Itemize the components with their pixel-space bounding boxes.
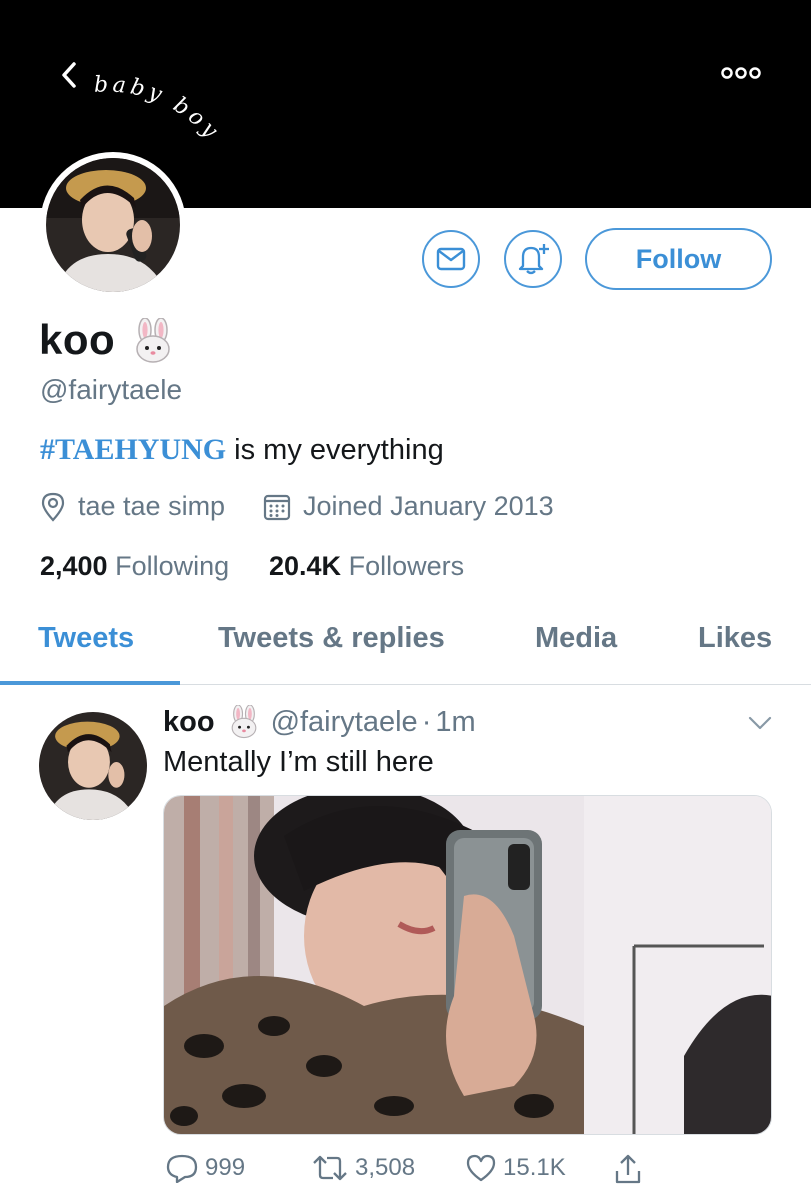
notifications-button[interactable] [504,230,562,288]
joined-text: Joined January 2013 [303,491,554,521]
followers-stat[interactable]: 20.4K Followers [269,551,464,582]
banner-text: baby boy [94,72,221,145]
display-name: koo [39,316,116,363]
rabbit-face-icon [130,317,176,364]
share-icon [615,1154,641,1184]
followers-count: 20.4K [269,551,342,581]
following-count: 2,400 [40,551,108,581]
like-button[interactable]: 15.1K [465,1153,566,1183]
following-label: Following [115,551,230,581]
calendar-icon [263,494,291,520]
tab-tweets-and-replies[interactable]: Tweets & replies [218,622,445,655]
profile-handle: @fairytaele [40,374,183,405]
bell-plus-icon [518,244,549,275]
profile-bio: #TAEHYUNG is my everything [40,433,444,467]
tweet-author-name[interactable]: koo [163,706,215,739]
message-button[interactable] [422,230,480,288]
tweet-author-handle[interactable]: @fairytaele [271,706,418,739]
tweet-avatar[interactable] [39,712,147,820]
followers-label: Followers [348,551,465,581]
more-button[interactable] [718,62,764,84]
profile-joined: Joined January 2013 [263,491,554,522]
tweet-options-button[interactable] [746,713,774,733]
reply-count: 999 [205,1154,246,1181]
tab-media[interactable]: Media [535,622,617,655]
bio-text: is my everything [226,434,444,466]
share-button[interactable] [613,1153,649,1185]
heart-icon [466,1154,496,1182]
active-tab-indicator [0,681,180,685]
banner-caption: baby boy [80,70,240,160]
retweet-count: 3,508 [355,1154,416,1181]
tab-tweets[interactable]: Tweets [38,622,134,655]
tweet-media-image[interactable] [163,795,772,1135]
bio-hashtag[interactable]: #TAEHYUNG [40,433,226,466]
more-icon [721,67,761,79]
location-pin-icon [41,492,65,522]
svg-text:baby boy: baby boy [94,72,225,145]
rabbit-face-icon [227,704,261,739]
tweet-text: Mentally I’m still here [163,746,434,778]
tweet-time: 1m [435,705,476,738]
reply-icon [166,1154,198,1183]
location-text: tae tae simp [78,491,226,521]
like-count: 15.1K [503,1154,566,1181]
tab-likes[interactable]: Likes [698,622,772,655]
avatar-image [46,158,180,292]
following-stat[interactable]: 2,400 Following [40,551,229,582]
follow-button[interactable]: Follow [585,228,772,290]
retweet-button[interactable]: 3,508 [311,1153,415,1183]
tweet-header: koo @fairytaele · 1m [163,704,476,739]
profile-avatar[interactable] [40,152,186,298]
reply-button[interactable]: 999 [165,1153,245,1183]
tweet-separator: · [421,705,432,738]
profile-location: tae tae simp [40,491,225,522]
envelope-icon [436,247,466,271]
chevron-down-icon [748,716,772,730]
retweet-icon [313,1155,347,1181]
